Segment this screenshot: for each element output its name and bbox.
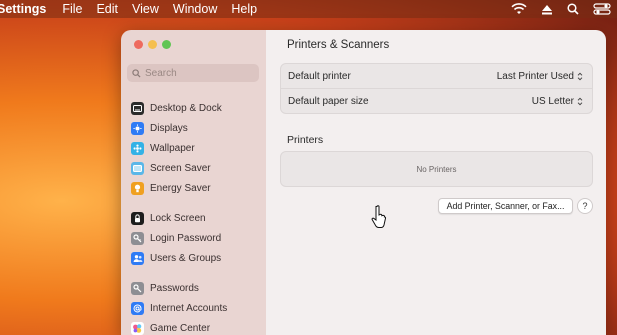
at-icon	[131, 301, 144, 315]
menu-edit[interactable]: Edit	[96, 2, 118, 16]
search-placeholder: Search	[145, 67, 177, 79]
default-printer-value: Last Printer Used	[496, 70, 574, 82]
sidebar-item-lock-screen[interactable]: Lock Screen	[121, 208, 266, 228]
sidebar-item-wallpaper[interactable]: Wallpaper	[121, 138, 266, 158]
sidebar-item-energy-saver[interactable]: Energy Saver	[121, 178, 266, 198]
sidebar-item-label: Game Center	[150, 322, 211, 334]
mouse-pointer-icon	[371, 205, 387, 228]
menu-help[interactable]: Help	[231, 2, 257, 16]
game-center-icon	[131, 321, 144, 335]
sidebar-item-login-password[interactable]: Login Password	[121, 228, 266, 248]
sidebar-item-label: Displays	[150, 122, 188, 134]
default-paper-size-label: Default paper size	[288, 95, 369, 107]
sidebar-item-displays[interactable]: Displays	[121, 118, 266, 138]
default-paper-size-row: Default paper size US Letter	[281, 88, 592, 113]
sidebar-item-users-groups[interactable]: Users & Groups	[121, 248, 266, 268]
control-center-icon[interactable]	[593, 3, 611, 15]
sidebar-item-label: Wallpaper	[150, 142, 195, 154]
default-printer-select[interactable]: Last Printer Used	[497, 71, 583, 82]
passwords-key-icon	[131, 281, 144, 295]
menu-file[interactable]: File	[62, 2, 82, 16]
search-icon	[132, 68, 141, 78]
default-paper-size-value: US Letter	[531, 95, 574, 107]
sidebar-item-passwords[interactable]: Passwords	[121, 278, 266, 298]
default-printer-label: Default printer	[288, 70, 351, 82]
sidebar-item-label: Users & Groups	[150, 252, 222, 264]
sidebar-item-screen-saver[interactable]: Screen Saver	[121, 158, 266, 178]
main-pane: Printers & Scanners Default printer Last…	[266, 30, 606, 335]
desktop-dock-icon	[131, 101, 144, 115]
sidebar-item-label: Login Password	[150, 232, 222, 244]
search-icon[interactable]	[567, 3, 579, 15]
default-paper-size-select[interactable]: US Letter	[532, 96, 583, 107]
eject-icon[interactable]	[541, 4, 553, 15]
sidebar-item-label: Screen Saver	[150, 162, 211, 174]
sidebar: Search Desktop & Dock Displays Wallpaper	[121, 30, 266, 335]
no-printers-text: No Printers	[416, 164, 457, 174]
users-icon	[131, 251, 144, 265]
zoom-window-button[interactable]	[162, 40, 171, 49]
sidebar-item-label: Passwords	[150, 282, 199, 294]
printers-heading: Printers	[287, 134, 324, 146]
menu-view[interactable]: View	[132, 2, 159, 16]
sidebar-item-label: Desktop & Dock	[150, 102, 222, 114]
menu-bar: Settings File Edit View Window Help	[0, 0, 617, 18]
minimize-window-button[interactable]	[148, 40, 157, 49]
close-window-button[interactable]	[134, 40, 143, 49]
traffic-lights	[134, 40, 176, 49]
wallpaper-icon	[131, 141, 144, 155]
sidebar-item-label: Internet Accounts	[150, 302, 228, 314]
default-printer-row: Default printer Last Printer Used	[281, 64, 592, 88]
key-icon	[131, 231, 144, 245]
chevron-updown-icon	[577, 97, 583, 106]
sidebar-item-internet-accounts[interactable]: Internet Accounts	[121, 298, 266, 318]
energy-saver-icon	[131, 181, 144, 195]
chevron-updown-icon	[577, 72, 583, 81]
settings-window: Search Desktop & Dock Displays Wallpaper	[121, 30, 606, 335]
help-button[interactable]: ?	[577, 198, 593, 214]
menu-status-icons	[497, 0, 611, 18]
defaults-group: Default printer Last Printer Used Defaul…	[280, 63, 593, 114]
add-printer-button[interactable]: Add Printer, Scanner, or Fax...	[438, 198, 573, 214]
sidebar-item-desktop-dock[interactable]: Desktop & Dock	[121, 98, 266, 118]
wifi-icon[interactable]	[511, 3, 527, 15]
search-field[interactable]: Search	[127, 64, 259, 82]
page-title: Printers & Scanners	[287, 39, 390, 51]
lock-icon	[131, 211, 144, 225]
sidebar-item-label: Lock Screen	[150, 212, 206, 224]
sidebar-item-game-center[interactable]: Game Center	[121, 318, 266, 335]
printers-list: No Printers	[280, 151, 593, 187]
menu-app-settings[interactable]: Settings	[0, 2, 46, 16]
sidebar-item-label: Energy Saver	[150, 182, 211, 194]
menu-window[interactable]: Window	[173, 2, 217, 16]
displays-icon	[131, 121, 144, 135]
screen-saver-icon	[131, 161, 144, 175]
sidebar-list: Desktop & Dock Displays Wallpaper Screen…	[121, 98, 266, 335]
